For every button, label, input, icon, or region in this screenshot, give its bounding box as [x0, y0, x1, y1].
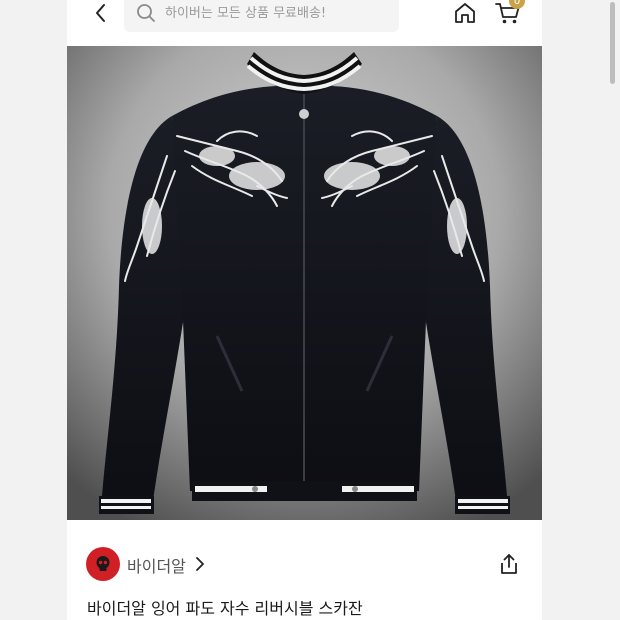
product-image[interactable] [67, 46, 542, 520]
home-button[interactable] [451, 0, 479, 26]
search-icon [136, 3, 156, 23]
search-bar[interactable] [124, 0, 399, 32]
top-bar: 0 [67, 0, 542, 46]
chevron-left-icon [96, 4, 105, 22]
product-page: 0 [67, 0, 542, 620]
jacket-photo [67, 46, 542, 520]
brand-row: 바이더알 [67, 540, 542, 588]
back-button[interactable] [87, 2, 115, 24]
search-input[interactable] [165, 5, 385, 21]
brand-name[interactable]: 바이더알 [127, 553, 186, 577]
home-icon [455, 3, 475, 23]
brand-logo[interactable] [86, 547, 120, 581]
scrollbar[interactable] [610, 2, 615, 84]
cart-button[interactable]: 0 [495, 0, 525, 26]
chevron-right-icon[interactable] [193, 554, 207, 574]
product-title: 바이더알 잉어 파도 자수 리버시블 스카잔 [87, 599, 363, 618]
share-icon[interactable] [497, 552, 521, 576]
skull-icon [96, 556, 110, 571]
